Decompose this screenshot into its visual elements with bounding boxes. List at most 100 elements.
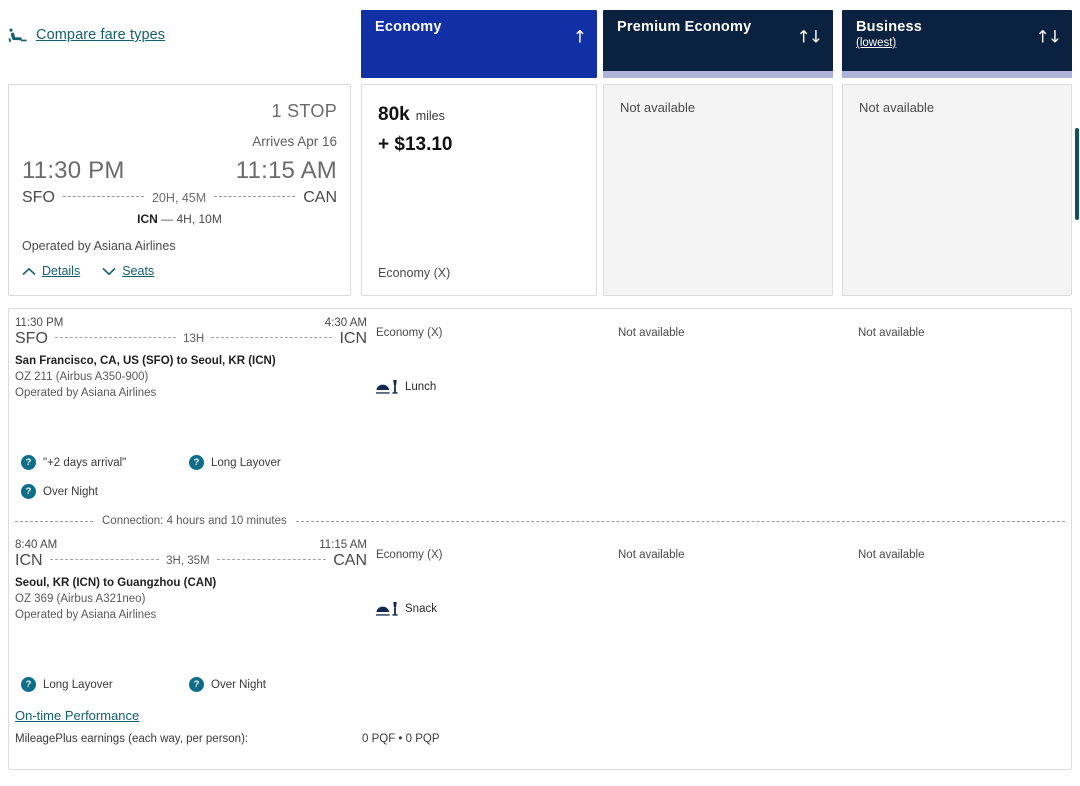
economy-miles-unit: miles	[415, 109, 445, 123]
summary-times: 11:30 PM 11:15 AM SFO 20H, 45M CAN ICN —…	[22, 157, 337, 226]
help-icon[interactable]: ?	[21, 455, 36, 470]
premium-economy-unavailable: Not available	[620, 100, 696, 115]
segment-2-arrive-time: 11:15 AM	[319, 539, 367, 551]
arrive-time: 11:15 AM	[235, 157, 337, 184]
fare-header-business-lowest-link[interactable]: (lowest)	[856, 37, 1058, 49]
meal-tray-icon	[376, 602, 398, 616]
seat-recline-icon	[8, 28, 27, 42]
segment-2-duration: 3H, 35M	[166, 555, 210, 567]
on-time-performance-link[interactable]: On-time Performance	[15, 708, 139, 723]
fare-cell-economy[interactable]: 80k miles + $13.10 Economy (X)	[361, 84, 597, 296]
badge-plus-2-days-arrival: ? "+2 days arrival"	[21, 455, 126, 470]
seats-toggle-label: Seats	[122, 264, 155, 278]
fare-cell-premium-economy: Not available	[603, 84, 833, 296]
fare-header-business-title: Business	[856, 19, 923, 35]
badge-over-night-2: ? Over Night	[189, 677, 266, 692]
fare-header-business[interactable]: Business (lowest) ↑↓	[842, 10, 1072, 78]
segment-1-dash-right	[211, 336, 333, 338]
segment-1-cabin-premium-economy: Not available	[618, 327, 685, 339]
flight-results-page: Compare fare types Economy ↑ Premium Eco…	[0, 0, 1080, 786]
segment-1-dash-left	[54, 336, 177, 338]
fare-header-premium-economy[interactable]: Premium Economy ↑↓	[603, 10, 833, 78]
segment-2-operated-by: Operated by Asiana Airlines	[15, 609, 157, 621]
sort-toggle-premium-economy[interactable]: ↑↓	[797, 29, 823, 47]
compare-fare-types-label[interactable]: Compare fare types	[36, 27, 165, 43]
fare-header-economy[interactable]: Economy ↑	[361, 10, 597, 78]
badge-over-night-1: ? Over Night	[21, 484, 98, 499]
segment-2-meal: Snack	[376, 602, 437, 616]
flight-details-panel: 11:30 PM 4:30 AM SFO 13H ICN San Francis…	[8, 308, 1072, 770]
details-toggle[interactable]: Details	[22, 264, 80, 278]
segment-2-dash-left	[49, 558, 160, 560]
segment-2-origin: ICN	[15, 552, 43, 569]
segment-1-flight-number: OZ 211 (Airbus A350-900)	[15, 371, 149, 383]
flight-summary-card[interactable]: 1 STOP Arrives Apr 16 11:30 PM 11:15 AM …	[8, 84, 351, 296]
segment-2-flight-number: OZ 369 (Airbus A321neo)	[15, 593, 146, 605]
segment-1-origin: SFO	[15, 330, 48, 347]
help-icon[interactable]: ?	[189, 455, 204, 470]
segment-1-destination: ICN	[339, 330, 367, 347]
segment-1-duration: 13H	[183, 333, 205, 345]
help-icon[interactable]: ?	[189, 677, 204, 692]
badge-long-layover-1-label: Long Layover	[211, 456, 281, 469]
segment-1-operated-by: Operated by Asiana Airlines	[15, 387, 157, 399]
fare-cell-business: Not available	[842, 84, 1072, 296]
compare-fare-types[interactable]: Compare fare types	[8, 26, 165, 44]
sort-toggle-economy[interactable]: ↑	[573, 29, 587, 47]
connection-text: Connection: 4 hours and 10 minutes	[102, 515, 287, 527]
segment-2-itinerary: 8:40 AM 11:15 AM ICN 3H, 35M CAN Seoul, …	[15, 539, 367, 621]
business-unavailable: Not available	[859, 100, 935, 115]
segment-2-dash-right	[216, 558, 327, 560]
economy-cash-amount: + $13.10	[378, 134, 453, 155]
seats-toggle[interactable]: Seats	[102, 264, 154, 278]
route-dash-left	[62, 195, 144, 197]
economy-cabin-code: Economy (X)	[378, 266, 451, 280]
segment-2-destination: CAN	[333, 552, 367, 569]
total-duration: 20H, 45M	[151, 191, 207, 205]
connection-duration: — 4H, 10M	[161, 212, 222, 226]
connection-divider: Connection: 4 hours and 10 minutes	[15, 515, 1065, 527]
segment-1-depart-time: 11:30 PM	[15, 317, 64, 329]
meal-tray-icon	[376, 380, 398, 394]
sort-toggle-business[interactable]: ↑↓	[1036, 29, 1062, 47]
chevron-down-icon	[102, 267, 116, 275]
connection-dash-right	[295, 520, 1065, 522]
badge-over-night-2-label: Over Night	[211, 678, 266, 691]
segment-1-arrive-time: 4:30 AM	[324, 317, 367, 329]
details-toggle-label: Details	[42, 264, 81, 278]
segment-1-meal: Lunch	[376, 380, 436, 394]
mileageplus-earnings-value: 0 PQF • 0 PQP	[362, 733, 440, 745]
chevron-up-icon	[22, 267, 36, 275]
route-dash-right	[214, 195, 296, 197]
economy-miles: 80k miles	[378, 104, 445, 126]
segment-1-route: San Francisco, CA, US (SFO) to Seoul, KR…	[15, 355, 276, 367]
vertical-scrollbar-thumb[interactable]	[1075, 128, 1079, 220]
connection-summary: ICN — 4H, 10M	[22, 212, 337, 226]
segment-1-meal-label: Lunch	[405, 381, 437, 393]
segment-2-cabin-business: Not available	[858, 549, 925, 561]
connection-dash-left	[15, 520, 93, 522]
segment-2-depart-time: 8:40 AM	[15, 539, 58, 551]
badge-plus-2-days-arrival-label: "+2 days arrival"	[43, 456, 127, 469]
arrival-date: Arrives Apr 16	[252, 134, 337, 149]
badge-long-layover-2-label: Long Layover	[43, 678, 113, 691]
connection-airport-code: ICN	[137, 212, 158, 226]
segment-2-cabin-economy: Economy (X)	[376, 549, 443, 561]
origin-code: SFO	[22, 189, 55, 206]
segment-1-cabin-business: Not available	[858, 327, 925, 339]
summary-toggles: Details Seats	[22, 264, 154, 278]
fare-header-business-underline	[842, 71, 1072, 78]
help-icon[interactable]: ?	[21, 677, 36, 692]
summary-operated-by: Operated by Asiana Airlines	[22, 239, 176, 253]
economy-miles-amount: 80k	[378, 104, 410, 125]
stops-count: 1 STOP	[271, 101, 337, 121]
badge-long-layover-2: ? Long Layover	[21, 677, 113, 692]
segment-2-meal-label: Snack	[405, 603, 437, 615]
mileageplus-earnings-label: MileagePlus earnings (each way, per pers…	[15, 733, 249, 745]
segment-2-route: Seoul, KR (ICN) to Guangzhou (CAN)	[15, 577, 217, 589]
badge-over-night-1-label: Over Night	[43, 485, 98, 498]
destination-code: CAN	[303, 189, 337, 206]
depart-time: 11:30 PM	[22, 157, 125, 184]
badge-long-layover-1: ? Long Layover	[189, 455, 281, 470]
help-icon[interactable]: ?	[21, 484, 36, 499]
